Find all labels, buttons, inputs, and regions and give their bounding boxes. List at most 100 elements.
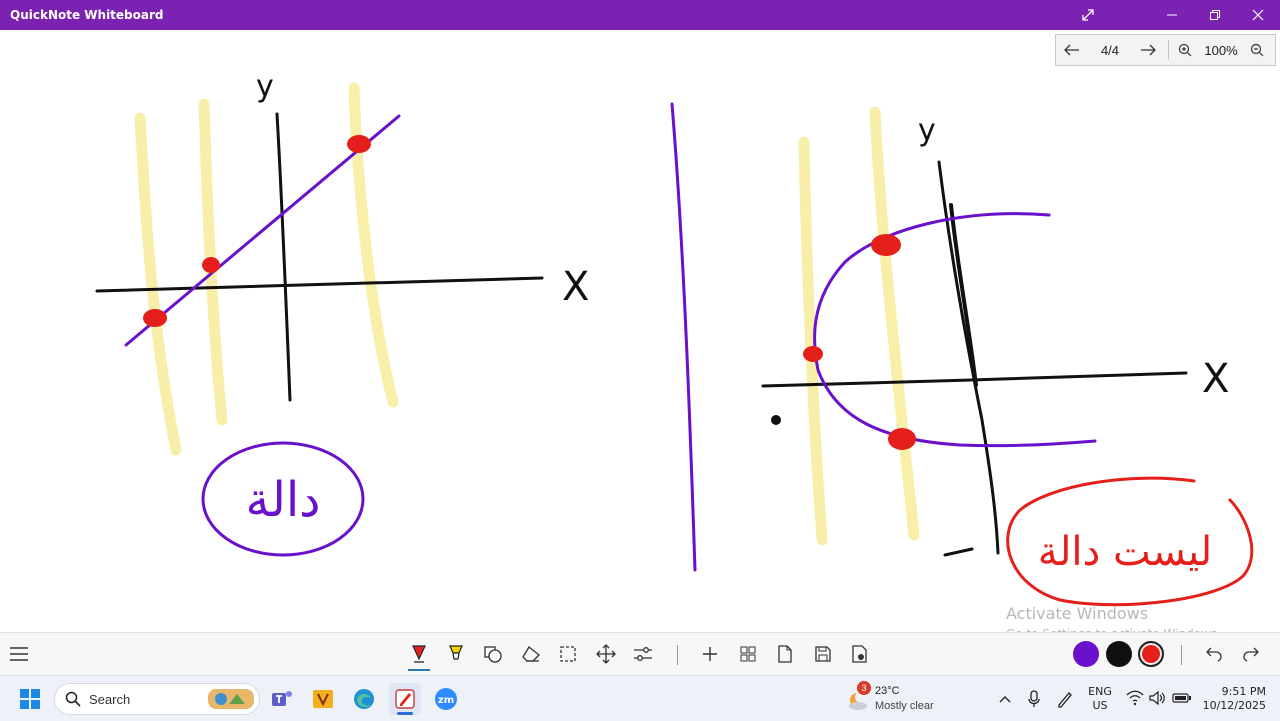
whiteboard-canvas[interactable]: y X دالة y X ليست دالة [0, 30, 1280, 630]
volume-icon [1149, 690, 1165, 706]
highlighter-icon [449, 645, 463, 660]
lasso-select-tool[interactable] [555, 641, 581, 667]
menu-button[interactable] [6, 641, 32, 667]
undo-button[interactable] [1201, 641, 1227, 667]
language-region: US [1092, 699, 1108, 712]
divider-line [670, 102, 697, 572]
pan-tool[interactable] [593, 641, 619, 667]
right-axes [761, 160, 1188, 557]
red-point [143, 309, 167, 327]
next-page-button[interactable] [1132, 35, 1164, 65]
previous-page-button[interactable] [1056, 35, 1088, 65]
pen-tool[interactable] [406, 641, 432, 671]
color-swatch-red-selected[interactable] [1138, 641, 1164, 667]
eraser-tool[interactable] [518, 641, 544, 667]
arrow-left-icon [1064, 44, 1079, 56]
toolbar-divider [1181, 645, 1182, 665]
menu-icon [10, 647, 28, 661]
red-point [803, 346, 823, 362]
pen-menu-button[interactable] [1049, 683, 1081, 715]
right-axis-tick [943, 547, 974, 557]
title-bar: QuickNote Whiteboard [0, 0, 1280, 30]
redo-icon [1243, 647, 1259, 662]
left-y-axis [275, 112, 292, 402]
language-code: ENG [1088, 685, 1112, 698]
edge-icon [354, 689, 374, 709]
system-tray-quick-settings[interactable] [1126, 690, 1192, 708]
taskbar-search[interactable]: Search [54, 683, 260, 715]
zoom-out-icon [1250, 43, 1264, 57]
red-point [202, 257, 220, 273]
microphone-button[interactable] [1018, 683, 1050, 715]
red-point [871, 234, 901, 256]
taskbar: Search zm 3 23°C Mostly clear ENG US 9:5… [0, 675, 1280, 721]
pen-icon [412, 645, 426, 663]
clock[interactable]: 9:51 PM 10/12/2025 [1200, 685, 1266, 713]
restore-button[interactable] [1193, 0, 1237, 30]
add-page-icon [703, 647, 717, 661]
highlight-stroke [134, 112, 182, 456]
page-button[interactable] [772, 641, 798, 667]
taskbar-edge[interactable] [348, 683, 380, 715]
tool-settings-button[interactable] [630, 641, 656, 667]
weather-widget[interactable]: 3 23°C Mostly clear [846, 681, 946, 717]
battery-icon [1172, 693, 1191, 703]
right-highlight-strokes [798, 106, 920, 546]
highlight-stroke [869, 106, 920, 541]
expand-icon [1082, 9, 1094, 21]
clock-date: 10/12/2025 [1202, 699, 1266, 712]
page-navigator: 4/4 100% [1055, 34, 1276, 66]
watermark-title: Activate Windows [1006, 604, 1149, 623]
pager-divider [1168, 40, 1169, 60]
start-button[interactable] [14, 683, 46, 715]
weather-temp: 23°C [875, 685, 900, 697]
save-button[interactable] [810, 641, 836, 667]
page-icon [778, 645, 792, 663]
export-icon [852, 645, 867, 663]
zoom-in-button[interactable] [1173, 35, 1197, 65]
right-y-axis-overdraw [949, 203, 978, 387]
close-button[interactable] [1236, 0, 1280, 30]
lasso-select-icon [560, 646, 576, 662]
taskbar-whiteboard-active[interactable] [389, 683, 421, 715]
highlighter-tool[interactable] [443, 641, 469, 667]
right-x-label: X [1202, 356, 1229, 402]
toolbar-divider [677, 645, 678, 665]
minimize-icon [1167, 14, 1177, 16]
pan-icon [596, 644, 616, 664]
app-icon [313, 690, 333, 708]
search-icon [65, 691, 81, 707]
taskbar-vlc-app[interactable] [307, 683, 339, 715]
page-indicator: 4/4 [1100, 42, 1120, 58]
search-highlight-icon [208, 689, 254, 709]
left-x-axis [95, 276, 544, 293]
close-icon [1252, 9, 1264, 21]
windows-logo-icon [20, 689, 40, 709]
right-y-label: y [918, 113, 936, 148]
settings-sliders-icon [634, 647, 652, 661]
weather-condition: Mostly clear [875, 700, 934, 712]
minimize-button[interactable] [1150, 0, 1194, 30]
arrow-right-icon [1141, 44, 1156, 56]
add-page-button[interactable] [697, 641, 723, 667]
shapes-icon [484, 646, 502, 663]
redo-button[interactable] [1238, 641, 1264, 667]
zoom-app-icon: zm [435, 688, 457, 710]
color-swatch-purple[interactable] [1073, 641, 1099, 667]
language-indicator[interactable]: ENG US [1082, 685, 1118, 713]
pen-workspace-icon [1058, 692, 1072, 708]
fullscreen-button[interactable] [1066, 0, 1110, 30]
shapes-tool[interactable] [480, 641, 506, 667]
pages-grid-button[interactable] [735, 641, 761, 667]
red-point [888, 428, 916, 450]
color-swatch-black[interactable] [1106, 641, 1132, 667]
microphone-icon [1028, 690, 1040, 707]
wifi-icon [1126, 690, 1144, 706]
taskbar-zoom[interactable]: zm [430, 683, 462, 715]
taskbar-teams[interactable] [266, 683, 298, 715]
show-hidden-icons-button[interactable] [989, 683, 1021, 715]
highlight-stroke [798, 136, 828, 546]
teams-icon [272, 691, 292, 706]
zoom-out-button[interactable] [1245, 35, 1269, 65]
export-button[interactable] [847, 641, 873, 667]
